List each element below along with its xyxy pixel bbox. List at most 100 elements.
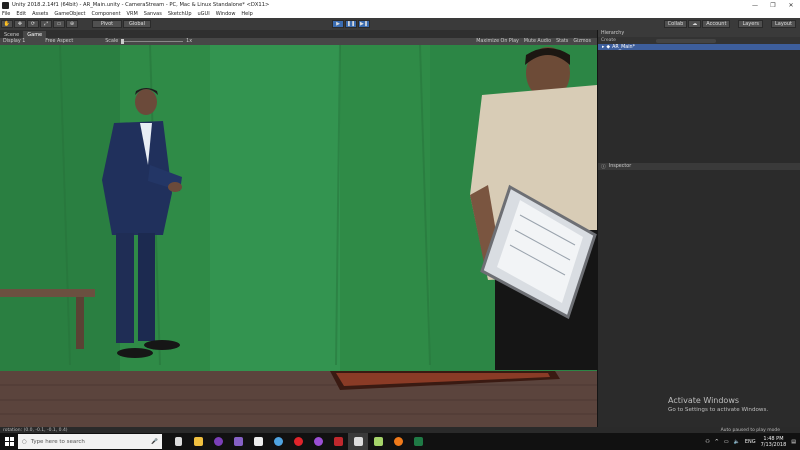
- game-view-toolbar: Display 1 Free Aspect Scale 1x Maximize …: [0, 38, 597, 45]
- view-tabs: Scene Game: [0, 30, 597, 38]
- unity-window: Unity 2018.2.14f1 (64bit) - AR_Main.unit…: [0, 0, 800, 450]
- search-icon: ○: [22, 438, 27, 445]
- windows-taskbar: ○ Type here to search 🎤 ⚇ ^ ▭ 🔈 ENG 1:48…: [0, 433, 800, 450]
- people-icon[interactable]: ⚇: [705, 439, 709, 445]
- app-purple-icon[interactable]: [208, 433, 228, 450]
- layout-dropdown[interactable]: Layout: [771, 20, 796, 28]
- aspect-dropdown[interactable]: Free Aspect: [45, 39, 73, 44]
- scale-label: Scale: [105, 39, 119, 44]
- status-message: rotation: (0.0, -0.1, -0.1, 0.4): [3, 427, 68, 433]
- menu-help[interactable]: Help: [241, 11, 252, 17]
- tab-scene[interactable]: Scene: [0, 31, 23, 38]
- account-dropdown[interactable]: Account: [702, 20, 731, 28]
- watermark-title: Activate Windows: [668, 396, 740, 405]
- move-tool-icon[interactable]: ✥: [14, 20, 26, 28]
- menu-ugui[interactable]: uGUI: [198, 11, 210, 17]
- hierarchy-search-input[interactable]: [655, 38, 716, 43]
- clock-date: 7/13/2018: [760, 441, 787, 448]
- menu-bar: File Edit Assets GameObject Component VR…: [0, 10, 800, 18]
- transform-tool-icon[interactable]: ⊕: [66, 20, 78, 28]
- hierarchy-item-ar-main[interactable]: ▸ ◆ AR_Main*: [598, 44, 800, 50]
- menu-component[interactable]: Component: [92, 11, 121, 17]
- visual-studio-icon[interactable]: [228, 433, 248, 450]
- title-bar: Unity 2018.2.14f1 (64bit) - AR_Main.unit…: [0, 0, 800, 10]
- windows-start-icon[interactable]: [0, 433, 18, 450]
- pause-icon[interactable]: ❚❚: [345, 20, 357, 28]
- app-violet-icon[interactable]: [308, 433, 328, 450]
- notepad-icon[interactable]: [368, 433, 388, 450]
- menu-vrm[interactable]: VRM: [127, 11, 138, 17]
- taskbar-search-input[interactable]: ○ Type here to search 🎤: [18, 434, 162, 449]
- rotate-tool-icon[interactable]: ⟳: [27, 20, 39, 28]
- right-panels: Hierarchy Create ▸ ◆ AR_Main* ⓘ Inspecto…: [597, 30, 800, 427]
- language-indicator[interactable]: ENG: [745, 439, 756, 445]
- status-right: Auto paused to play mode: [720, 427, 780, 433]
- activate-windows-watermark: Activate Windows Go to Settings to activ…: [668, 396, 768, 413]
- volume-icon[interactable]: 🔈: [734, 439, 740, 445]
- menu-sanvas[interactable]: Sanvas: [144, 11, 162, 17]
- inspector-header: ⓘ Inspector: [598, 163, 800, 170]
- task-view-icon[interactable]: [168, 433, 188, 450]
- expand-arrow-icon[interactable]: ▸: [602, 45, 604, 50]
- collab-button[interactable]: Collab: [663, 20, 688, 28]
- chrome-icon[interactable]: [268, 433, 288, 450]
- close-icon[interactable]: ✕: [782, 0, 800, 10]
- hierarchy-title: Hierarchy: [601, 31, 625, 36]
- scene-icon: ◆: [606, 44, 611, 50]
- window-title: Unity 2018.2.14f1 (64bit) - AR_Main.unit…: [12, 2, 270, 8]
- create-dropdown[interactable]: Create: [601, 38, 616, 43]
- store-icon[interactable]: [248, 433, 268, 450]
- search-placeholder: Type here to search: [30, 438, 85, 445]
- toolbar: ✋ ✥ ⟳ ⤢ ▭ ⊕ Pivot Global ▶ ❚❚ ▶❚ Collab …: [0, 18, 800, 30]
- clock[interactable]: 1:48 PM 7/13/2018: [761, 436, 787, 448]
- chevron-up-icon[interactable]: ^: [715, 439, 719, 445]
- unity-logo-icon: [2, 1, 9, 9]
- menu-assets[interactable]: Assets: [32, 11, 48, 17]
- system-tray: ⚇ ^ ▭ 🔈 ENG 1:48 PM 7/13/2018 ▤: [705, 436, 800, 448]
- scale-slider[interactable]: [121, 39, 184, 44]
- play-icon[interactable]: ▶: [332, 20, 344, 28]
- global-toggle[interactable]: Global: [123, 20, 151, 28]
- minimize-icon[interactable]: —: [746, 0, 764, 10]
- play-controls: ▶ ❚❚ ▶❚: [331, 20, 370, 28]
- menu-edit[interactable]: Edit: [16, 11, 26, 17]
- scale-tool-icon[interactable]: ⤢: [40, 20, 52, 28]
- tab-game[interactable]: Game: [23, 31, 47, 38]
- menu-sketchup[interactable]: SketchUp: [168, 11, 192, 17]
- clock-time: 1:48 PM: [763, 435, 784, 442]
- maximize-on-play-toggle[interactable]: Maximize On Play: [476, 39, 519, 44]
- firefox-icon[interactable]: [388, 433, 408, 450]
- mute-audio-toggle[interactable]: Mute Audio: [524, 39, 551, 44]
- taskbar-apps: [168, 433, 428, 450]
- maximize-icon[interactable]: ❐: [764, 0, 782, 10]
- hierarchy-header: Hierarchy: [598, 30, 800, 37]
- menu-window[interactable]: Window: [216, 11, 236, 17]
- hand-tool-icon[interactable]: ✋: [1, 20, 13, 28]
- microphone-icon[interactable]: 🎤: [151, 439, 158, 445]
- watermark-subtitle: Go to Settings to activate Windows.: [668, 407, 769, 413]
- menu-file[interactable]: File: [2, 11, 10, 17]
- unity-taskbar-icon[interactable]: [348, 433, 368, 450]
- file-explorer-icon[interactable]: [188, 433, 208, 450]
- rect-tool-icon[interactable]: ▭: [53, 20, 65, 28]
- step-icon[interactable]: ▶❚: [358, 20, 370, 28]
- cloud-icon[interactable]: ☁: [688, 20, 702, 28]
- display-dropdown[interactable]: Display 1: [3, 39, 25, 44]
- info-icon: ⓘ: [601, 165, 606, 170]
- gizmos-dropdown[interactable]: Gizmos: [573, 39, 591, 44]
- pivot-toggle[interactable]: Pivot: [92, 20, 122, 28]
- hierarchy-toolbar: Create: [598, 37, 800, 44]
- camera-stream-image: [0, 45, 597, 427]
- network-icon[interactable]: ▭: [724, 439, 729, 445]
- inspector-title: Inspector: [608, 164, 632, 169]
- notifications-icon[interactable]: ▤: [791, 439, 796, 445]
- excel-icon[interactable]: [408, 433, 428, 450]
- layers-dropdown[interactable]: Layers: [738, 20, 763, 28]
- menu-gameobject[interactable]: GameObject: [54, 11, 85, 17]
- inspector-panel: ⓘ Inspector Activate Windows Go to Setti…: [598, 163, 800, 427]
- opera-icon[interactable]: [288, 433, 308, 450]
- game-viewport[interactable]: [0, 45, 597, 427]
- app-red-icon[interactable]: [328, 433, 348, 450]
- stats-toggle[interactable]: Stats: [556, 39, 568, 44]
- scale-value: 1x: [186, 39, 193, 44]
